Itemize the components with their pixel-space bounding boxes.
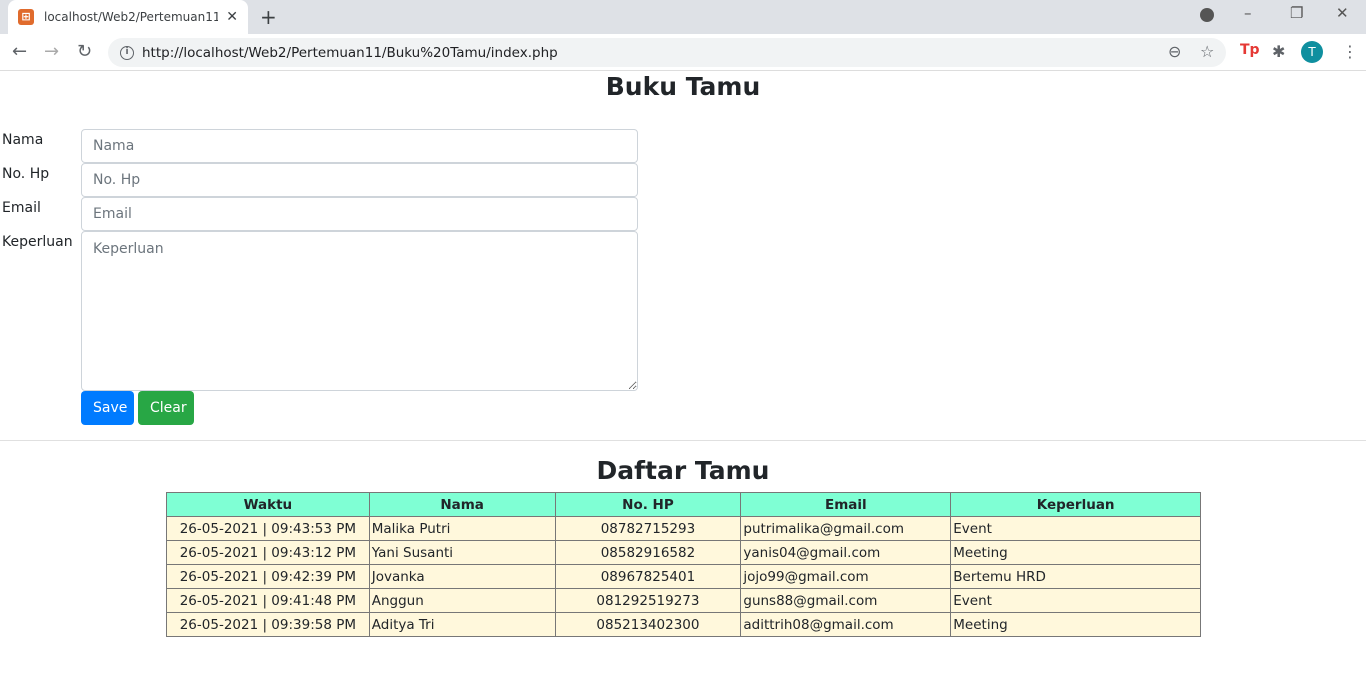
- cell-email: putrimalika@gmail.com: [740, 516, 952, 541]
- url-text[interactable]: http://localhost/Web2/Pertemuan11/Buku%2…: [142, 45, 558, 61]
- profile-avatar[interactable]: T: [1301, 41, 1323, 63]
- clear-button[interactable]: Clear: [138, 391, 194, 425]
- tab-title: localhost/Web2/Pertemuan11/Buku Tamu/ind…: [44, 10, 219, 24]
- cell-email: jojo99@gmail.com: [740, 564, 952, 589]
- table-row: 26-05-2021 | 09:42:39 PM Jovanka 089678254…: [166, 564, 1201, 589]
- divider: [0, 440, 1366, 441]
- cell-keperluan: Meeting: [950, 540, 1201, 565]
- cell-nama: Aditya Tri: [368, 612, 556, 637]
- extension-tp-icon[interactable]: Tp: [1240, 42, 1260, 58]
- label-email: Email: [2, 200, 41, 216]
- header-waktu: Waktu: [166, 492, 370, 517]
- table-row: 26-05-2021 | 09:43:12 PM Yani Susanti 0858…: [166, 540, 1201, 565]
- minimize-icon[interactable]: –: [1244, 4, 1252, 22]
- cell-nama: Jovanka: [368, 564, 556, 589]
- back-icon[interactable]: ←: [12, 41, 27, 62]
- info-icon[interactable]: i: [120, 45, 134, 60]
- menu-icon[interactable]: ⋮: [1342, 42, 1358, 61]
- browser-tab[interactable]: ⊞ localhost/Web2/Pertemuan11/Buku Tamu/i…: [8, 0, 248, 34]
- extensions-puzzle-icon[interactable]: ✱: [1272, 42, 1285, 61]
- cell-waktu: 26-05-2021 | 09:43:12 PM: [166, 540, 370, 565]
- cell-email: guns88@gmail.com: [740, 588, 952, 613]
- cell-keperluan: Event: [950, 516, 1201, 541]
- table-row: 26-05-2021 | 09:43:53 PM Malika Putri 0878…: [166, 516, 1201, 541]
- keperluan-textarea[interactable]: [81, 231, 638, 391]
- header-nohp: No. HP: [554, 492, 742, 517]
- zoom-icon[interactable]: ⊖: [1168, 42, 1181, 61]
- close-tab-icon[interactable]: ✕: [226, 9, 238, 25]
- list-title: Daftar Tamu: [596, 456, 770, 485]
- cell-keperluan: Bertemu HRD: [950, 564, 1201, 589]
- reload-icon[interactable]: ↻: [77, 41, 92, 62]
- nama-input[interactable]: [81, 129, 638, 163]
- label-nama: Nama: [2, 132, 44, 148]
- close-window-icon[interactable]: ✕: [1336, 4, 1349, 22]
- save-button[interactable]: Save: [81, 391, 134, 425]
- cell-nohp: 08782715293: [554, 516, 742, 541]
- cell-nohp: 085213402300: [554, 612, 742, 637]
- cell-nama: Anggun: [368, 588, 556, 613]
- table-row: 26-05-2021 | 09:41:48 PM Anggun 0812925192…: [166, 588, 1201, 613]
- cell-waktu: 26-05-2021 | 09:42:39 PM: [166, 564, 370, 589]
- cell-keperluan: Meeting: [950, 612, 1201, 637]
- cell-keperluan: Event: [950, 588, 1201, 613]
- cell-nohp: 081292519273: [554, 588, 742, 613]
- tab-search-icon[interactable]: [1200, 8, 1214, 22]
- cell-email: yanis04@gmail.com: [740, 540, 952, 565]
- cell-nohp: 08582916582: [554, 540, 742, 565]
- cell-waktu: 26-05-2021 | 09:43:53 PM: [166, 516, 370, 541]
- guest-table: Waktu Nama No. HP Email Keperluan 26-05-…: [166, 492, 1201, 637]
- tab-bar: ⊞ localhost/Web2/Pertemuan11/Buku Tamu/i…: [0, 0, 1366, 34]
- restore-icon[interactable]: ❐: [1290, 4, 1303, 22]
- email-input[interactable]: [81, 197, 638, 231]
- cell-nama: Malika Putri: [368, 516, 556, 541]
- label-keperluan: Keperluan: [2, 234, 73, 250]
- bookmark-star-icon[interactable]: ☆: [1200, 42, 1214, 61]
- address-bar[interactable]: i http://localhost/Web2/Pertemuan11/Buku…: [108, 38, 1226, 67]
- cell-waktu: 26-05-2021 | 09:39:58 PM: [166, 612, 370, 637]
- header-email: Email: [740, 492, 952, 517]
- table-row: 26-05-2021 | 09:39:58 PM Aditya Tri 085213…: [166, 612, 1201, 637]
- header-nama: Nama: [368, 492, 556, 517]
- label-nohp: No. Hp: [2, 166, 50, 182]
- header-keperluan: Keperluan: [950, 492, 1201, 517]
- page-title: Buku Tamu: [605, 72, 761, 101]
- cell-nohp: 08967825401: [554, 564, 742, 589]
- cell-email: adittrih08@gmail.com: [740, 612, 952, 637]
- cell-waktu: 26-05-2021 | 09:41:48 PM: [166, 588, 370, 613]
- browser-toolbar: ← → ↻ i http://localhost/Web2/Pertemuan1…: [0, 34, 1366, 71]
- table-header-row: Waktu Nama No. HP Email Keperluan: [166, 492, 1201, 517]
- forward-icon[interactable]: →: [44, 41, 59, 62]
- xampp-favicon-icon: ⊞: [18, 9, 34, 25]
- cell-nama: Yani Susanti: [368, 540, 556, 565]
- new-tab-icon[interactable]: +: [260, 5, 277, 29]
- nohp-input[interactable]: [81, 163, 638, 197]
